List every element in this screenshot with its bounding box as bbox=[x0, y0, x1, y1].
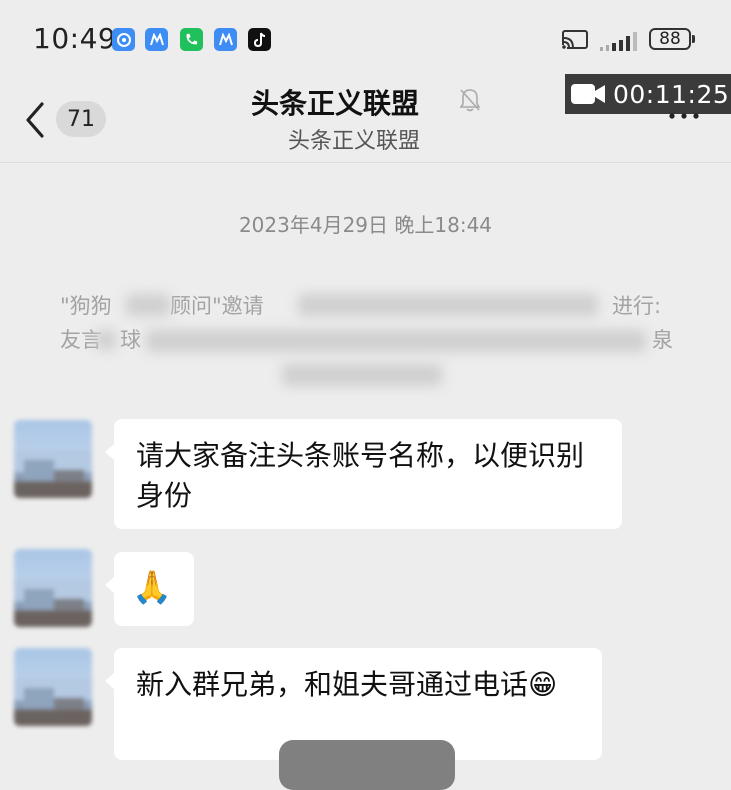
signal-icon bbox=[600, 32, 637, 51]
recording-time: 00:11:25 bbox=[613, 79, 730, 109]
notice-fragment-1: "狗狗 bbox=[60, 294, 112, 318]
battery-indicator: 88 bbox=[649, 28, 691, 50]
phone-icon bbox=[180, 28, 203, 51]
redacted-block bbox=[298, 294, 598, 316]
avatar[interactable] bbox=[14, 549, 92, 627]
header-divider bbox=[0, 162, 731, 163]
message-text: 新入群兄弟，和姐夫哥通过电话😁 bbox=[136, 668, 558, 701]
system-notice: "狗狗 顾问"邀请 进行: 友言 球 泉 bbox=[60, 290, 680, 390]
redacted-block bbox=[96, 330, 116, 350]
redacted-block bbox=[282, 364, 442, 386]
status-time: 10:49 bbox=[33, 22, 117, 55]
browser-icon bbox=[112, 28, 135, 51]
message-timestamp: 2023年4月29日 晚上18:44 bbox=[238, 213, 493, 237]
cast-icon bbox=[561, 30, 588, 51]
app-icon-blue bbox=[145, 28, 168, 51]
floating-input-bar[interactable] bbox=[279, 740, 455, 790]
app-icon-blue-2 bbox=[214, 28, 237, 51]
battery-nub bbox=[692, 35, 695, 43]
avatar[interactable] bbox=[14, 648, 92, 726]
redacted-block bbox=[126, 294, 170, 316]
pray-emoji: 🙏 bbox=[132, 568, 172, 606]
video-camera-icon bbox=[571, 84, 605, 104]
message-bubble[interactable]: 🙏 bbox=[105, 552, 194, 626]
mute-bell-icon bbox=[459, 89, 481, 112]
unread-count-badge[interactable]: 71 bbox=[56, 101, 106, 137]
notice-fragment-5: 球 bbox=[120, 328, 141, 352]
chat-title: 头条正义联盟 bbox=[251, 87, 420, 120]
chat-subtitle: 头条正义联盟 bbox=[288, 129, 421, 154]
tiktok-icon bbox=[248, 28, 271, 51]
notice-fragment-3: 进行: bbox=[612, 294, 662, 318]
message-text: 请大家备注头条账号名称，以便识别身份 bbox=[136, 439, 585, 512]
back-chevron-icon[interactable] bbox=[22, 100, 48, 140]
notice-fragment-2: 顾问"邀请 bbox=[170, 294, 264, 318]
message-bubble[interactable]: 请大家备注头条账号名称，以便识别身份 bbox=[105, 419, 622, 529]
notice-fragment-6: 泉 bbox=[652, 328, 673, 352]
redacted-block bbox=[146, 330, 646, 352]
screen-recording-badge[interactable]: 00:11:25 bbox=[565, 74, 731, 114]
avatar[interactable] bbox=[14, 420, 92, 498]
more-options-icon[interactable] bbox=[664, 110, 704, 122]
